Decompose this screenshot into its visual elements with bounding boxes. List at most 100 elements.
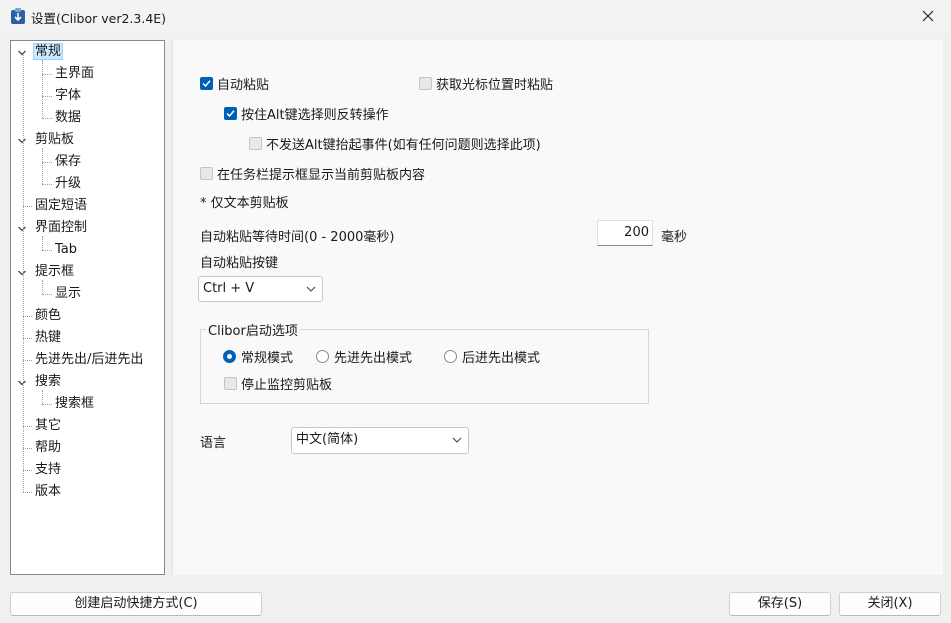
tree-item-label: 固定短语 xyxy=(35,198,88,213)
tree-item[interactable]: 剪贴板 xyxy=(33,130,76,150)
tree-item[interactable]: 显示 xyxy=(53,284,83,304)
radio-unselected-icon xyxy=(316,350,329,363)
tree-item[interactable]: 版本 xyxy=(33,482,63,502)
checkbox-checked-icon xyxy=(224,107,237,120)
checkbox-unchecked-icon xyxy=(224,377,237,390)
paste-key-select[interactable]: Ctrl + V xyxy=(198,276,323,302)
tree-item[interactable]: 搜索框 xyxy=(53,394,96,414)
language-select[interactable]: 中文(简体) xyxy=(291,427,469,454)
paste-at-cursor-checkbox[interactable]: 获取光标位置时粘贴 xyxy=(419,74,553,93)
tree-item[interactable]: 先进先出/后进先出 xyxy=(33,350,145,370)
radio-selected-icon xyxy=(223,350,236,363)
tree-item[interactable]: 支持 xyxy=(33,460,63,480)
wait-time-input[interactable]: 200 xyxy=(597,220,653,246)
mode-lifo-label: 后进先出模式 xyxy=(462,351,541,366)
tree-item[interactable]: 搜索 xyxy=(33,372,63,392)
window-close-button[interactable] xyxy=(905,0,951,32)
tree-connector xyxy=(42,294,52,295)
chevron-down-icon[interactable] xyxy=(17,223,27,233)
tree-connector xyxy=(23,470,32,471)
paste-key-label: 自动粘贴按键 xyxy=(200,256,279,271)
alt-reverse-label: 按住Alt键选择则反转操作 xyxy=(241,108,389,123)
stop-monitor-label: 停止监控剪贴板 xyxy=(241,378,333,393)
title-bar: 设置(Clibor ver2.3.4E) xyxy=(0,0,951,32)
mode-normal-radio[interactable]: 常规模式 xyxy=(223,347,293,366)
tree-connector xyxy=(42,236,43,250)
tree-item-label: 界面控制 xyxy=(35,220,88,235)
tree-item[interactable]: 保存 xyxy=(53,152,83,172)
wait-time-label: 自动粘贴等待时间(0 - 2000毫秒) xyxy=(200,230,395,245)
chevron-down-icon[interactable] xyxy=(17,47,27,57)
tree-connector xyxy=(42,96,52,97)
tree-item-label: 搜索 xyxy=(35,374,62,389)
tree-connector xyxy=(23,338,32,339)
mode-lifo-radio[interactable]: 后进先出模式 xyxy=(444,347,540,366)
paste-at-cursor-label: 获取光标位置时粘贴 xyxy=(436,78,554,93)
tree-item-label: 版本 xyxy=(35,484,62,499)
tree-item-label: 其它 xyxy=(35,418,62,433)
checkbox-checked-icon xyxy=(200,77,213,90)
tree-connector xyxy=(42,280,43,294)
mode-fifo-label: 先进先出模式 xyxy=(334,351,413,366)
tree-item-label: 搜索框 xyxy=(55,396,95,411)
tree-connector xyxy=(23,492,32,493)
tree-item-label: 常规 xyxy=(33,43,64,60)
tree-item[interactable]: 主界面 xyxy=(53,64,96,84)
tree-item[interactable]: 界面控制 xyxy=(33,218,89,238)
save-button[interactable]: 保存(S) xyxy=(729,592,831,616)
mode-normal-label: 常规模式 xyxy=(241,351,294,366)
alt-reverse-checkbox[interactable]: 按住Alt键选择则反转操作 xyxy=(224,104,389,123)
chevron-down-icon xyxy=(452,437,462,443)
settings-window: 设置(Clibor ver2.3.4E) 常规主界面字体 数据剪贴板保存升级固定短… xyxy=(0,0,951,623)
tree-item-label: 颜色 xyxy=(35,308,62,323)
tree-item[interactable]: 数据 xyxy=(53,108,83,128)
tree-connector xyxy=(23,206,32,207)
tree-connector xyxy=(42,250,52,251)
tree-item[interactable]: 提示框 xyxy=(33,262,76,282)
settings-tree[interactable]: 常规主界面字体 数据剪贴板保存升级固定短语界面控制 Tab 提示框 显示颜色热键 先进先出… xyxy=(10,40,165,575)
tree-connector xyxy=(23,360,32,361)
tree-item[interactable]: 帮助 xyxy=(33,438,63,458)
chevron-down-icon[interactable] xyxy=(17,135,27,145)
tree-item[interactable]: 其它 xyxy=(33,416,63,436)
tree-item[interactable]: Tab xyxy=(53,240,79,260)
taskbar-tooltip-label: 在任务栏提示框显示当前剪贴板内容 xyxy=(217,168,426,183)
tree-item[interactable]: 固定短语 xyxy=(33,196,89,216)
create-shortcut-button[interactable]: 创建启动快捷方式(C) xyxy=(10,592,262,616)
chevron-down-icon[interactable] xyxy=(17,377,27,387)
tree-item[interactable]: 常规 xyxy=(33,42,64,62)
tree-item-label: 剪贴板 xyxy=(35,132,75,147)
auto-paste-label: 自动粘贴 xyxy=(217,78,270,93)
no-alt-up-label: 不发送Alt键抬起事件(如有任何问题则选择此项) xyxy=(266,138,541,153)
checkbox-unchecked-icon xyxy=(419,77,432,90)
tree-connector xyxy=(42,162,52,163)
tree-item-label: 保存 xyxy=(55,154,82,169)
app-icon xyxy=(11,8,25,24)
tree-connector xyxy=(23,448,32,449)
tree-item-label: 升级 xyxy=(55,176,82,191)
taskbar-tooltip-checkbox[interactable]: 在任务栏提示框显示当前剪贴板内容 xyxy=(200,164,425,183)
tree-connector xyxy=(42,118,52,119)
stop-monitor-checkbox[interactable]: 停止监控剪贴板 xyxy=(224,374,332,393)
mode-fifo-radio[interactable]: 先进先出模式 xyxy=(316,347,412,366)
radio-unselected-icon xyxy=(444,350,457,363)
tree-connector xyxy=(42,404,52,405)
window-title: 设置(Clibor ver2.3.4E) xyxy=(31,11,167,26)
chevron-down-icon[interactable] xyxy=(17,267,27,277)
tree-connector xyxy=(42,148,43,184)
tree-item-label: 主界面 xyxy=(55,66,95,81)
tree-connector xyxy=(42,184,52,185)
tree-item[interactable]: 升级 xyxy=(53,174,83,194)
tree-item-label: 帮助 xyxy=(35,440,62,455)
tree-item[interactable]: 颜色 xyxy=(33,306,63,326)
tree-item-label: Tab xyxy=(55,242,78,257)
tree-item[interactable]: 热键 xyxy=(33,328,63,348)
tree-item-label: 支持 xyxy=(35,462,62,477)
close-button[interactable]: 关闭(X) xyxy=(839,592,941,616)
no-alt-up-checkbox[interactable]: 不发送Alt键抬起事件(如有任何问题则选择此项) xyxy=(249,134,541,153)
language-value: 中文(简体) xyxy=(296,432,359,447)
auto-paste-checkbox[interactable]: 自动粘贴 xyxy=(200,74,269,93)
tree-item[interactable]: 字体 xyxy=(53,86,83,106)
tree-connector xyxy=(23,55,24,492)
close-icon xyxy=(922,10,934,22)
